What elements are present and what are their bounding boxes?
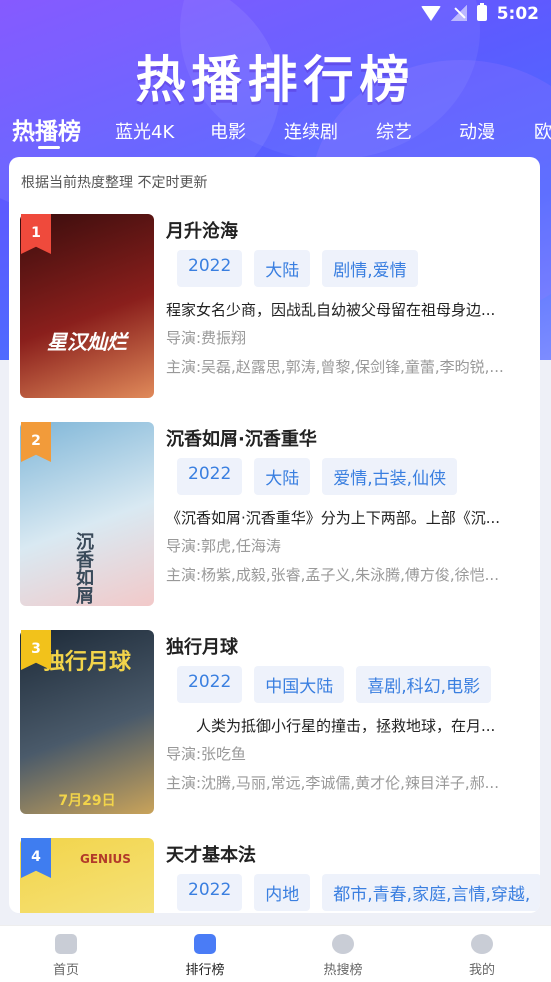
item-director: 导演:张吃鱼 (166, 745, 247, 763)
list-item[interactable]: 独行月球 7月29日 3 独行月球 2022 中国大陆 喜剧,科幻,电影 人类为… (9, 630, 540, 820)
list-item[interactable]: 沉香如屑 2 沉香如屑·沉香重华 2022 大陆 爱情,古装,仙侠 《沉香如屑·… (9, 422, 540, 612)
category-tabs: 热播榜 蓝光4K 电影 连续剧 综艺 动漫 欧 (0, 108, 551, 154)
poster-title: 沉香如屑 (73, 532, 94, 604)
page-title: 热播排行榜 (135, 51, 416, 109)
nav-profile[interactable]: 我的 (432, 932, 532, 978)
bottom-navigation: 首页 排行榜 热搜榜 我的 (0, 925, 551, 982)
tag-year: 2022 (177, 666, 243, 703)
status-bar: 5:02 (0, 0, 551, 28)
battery-icon (477, 3, 487, 21)
item-title: 沉香如屑·沉香重华 (166, 429, 317, 450)
poster-title: 星汉灿烂 (47, 330, 127, 354)
tag-genre: 都市,青春,家庭,言情,穿越, (322, 874, 540, 911)
item-cast: 主演:吴磊,赵露思,郭涛,曾黎,保剑锋,童蕾,李昀锐,... (166, 358, 504, 376)
tag-genre: 剧情,爱情 (322, 250, 418, 287)
item-cast: 主演:沈腾,马丽,常远,李诚儒,黄才伦,辣目洋子,郝... (166, 774, 499, 792)
item-description: 程家女名少商，因战乱自幼被父母留在祖母身边... (166, 301, 496, 319)
tab-bluray-4k[interactable]: 蓝光4K (115, 118, 174, 144)
tag-region: 大陆 (254, 458, 311, 495)
ranking-list: 根据当前热度整理 不定时更新 星汉灿烂 1 月升沧海 2022 大陆 剧情,爱情… (9, 157, 540, 913)
nav-label: 我的 (468, 963, 495, 978)
tab-hot[interactable]: 热播榜 (12, 112, 81, 146)
active-tab-indicator (38, 146, 60, 149)
tab-series[interactable]: 连续剧 (284, 118, 338, 144)
tab-anime[interactable]: 动漫 (459, 118, 495, 144)
tab-movie[interactable]: 电影 (210, 118, 246, 144)
wifi-icon (421, 5, 441, 21)
tab-variety[interactable]: 综艺 (376, 118, 412, 144)
tag-region: 内地 (254, 874, 311, 911)
nav-label: 首页 (52, 963, 79, 978)
compass-icon (332, 934, 354, 954)
no-signal-icon (451, 5, 467, 21)
tag-region: 大陆 (254, 250, 311, 287)
tag-year: 2022 (177, 874, 243, 911)
item-description: 《沉香如屑·沉香重华》分为上下两部。上部《沉... (166, 509, 501, 527)
tag-year: 2022 (177, 458, 243, 495)
status-time: 5:02 (496, 4, 539, 24)
tag-region: 中国大陆 (254, 666, 345, 703)
poster-release-date: 7月29日 (58, 793, 116, 809)
profile-icon (471, 934, 493, 954)
item-cast: 主演:杨紫,成毅,张睿,孟子义,朱泳腾,傅方俊,徐恺... (166, 566, 499, 584)
poster-title: GENIUS (80, 852, 131, 866)
nav-home[interactable]: 首页 (16, 932, 116, 978)
tab-europe-america[interactable]: 欧 (534, 118, 551, 144)
home-icon (55, 934, 77, 954)
item-title: 独行月球 (166, 637, 238, 658)
list-item[interactable]: GENIUS 4 天才基本法 2022 内地 都市,青春,家庭,言情,穿越, (9, 838, 540, 913)
item-description: 人类为抵御小行星的撞击，拯救地球，在月... (166, 717, 496, 735)
nav-label: 热搜榜 (323, 963, 363, 978)
list-subtitle: 根据当前热度整理 不定时更新 (21, 175, 208, 191)
crown-icon (194, 934, 216, 954)
tag-genre: 喜剧,科幻,电影 (356, 666, 492, 703)
nav-ranking[interactable]: 排行榜 (155, 932, 255, 978)
item-title: 月升沧海 (166, 221, 238, 242)
tag-genre: 爱情,古装,仙侠 (322, 458, 458, 495)
item-title: 天才基本法 (166, 845, 256, 866)
list-item[interactable]: 星汉灿烂 1 月升沧海 2022 大陆 剧情,爱情 程家女名少商，因战乱自幼被父… (9, 214, 540, 404)
item-director: 导演:费振翔 (166, 329, 247, 347)
nav-label: 排行榜 (185, 963, 225, 978)
nav-hot-search[interactable]: 热搜榜 (293, 932, 393, 978)
item-director: 导演:郭虎,任海涛 (166, 537, 281, 555)
tag-year: 2022 (177, 250, 243, 287)
